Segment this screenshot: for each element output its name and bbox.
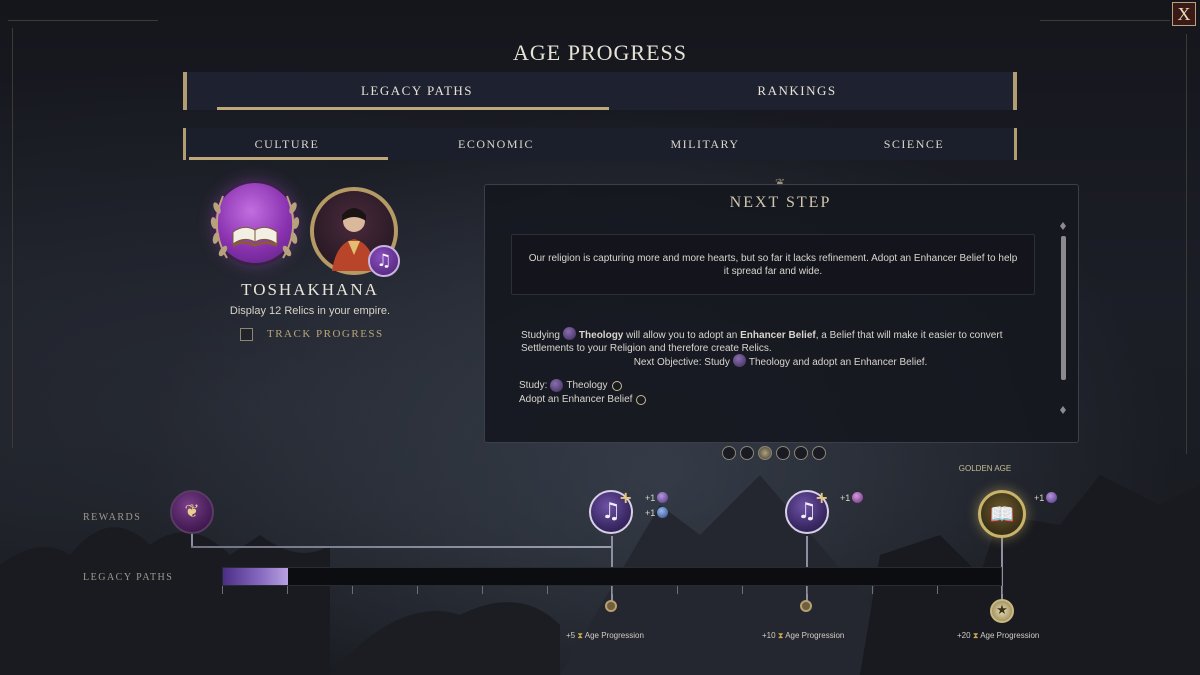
wonder-description: Display 12 Relics in your empire. [229,305,391,317]
frame-top-right [1040,20,1170,21]
legacy-progress-track [222,567,1002,586]
relic-badge-icon [1046,492,1058,503]
tab-legacy-paths[interactable]: LEGACY PATHS [217,72,617,110]
theology-icon [732,354,746,367]
step-pager [722,446,826,462]
golden-age-label: GOLDEN AGE [958,464,1012,473]
frame-right-edge [1186,34,1187,454]
category-tab-bar: CULTURE ECONOMIC MILITARY SCIENCE [183,128,1017,160]
progress-tick [417,586,418,594]
culture-badge-icon [657,507,669,518]
flavor-quote: Our religion is capturing more and more … [511,234,1035,295]
wonder-name: TOSHAKHANA [241,280,379,299]
relic-badge-icon [657,492,669,503]
legacy-progress-fill [223,568,288,585]
hourglass-icon: ⧗ [972,631,979,640]
desc-mid: will allow you to adopt an [626,330,738,341]
open-book-icon [232,226,278,247]
desc-theology-link[interactable]: Theology [579,330,623,341]
next-step-description: Studying Theology will allow you to adopt… [521,327,1041,355]
progress-tick [937,586,938,594]
milestone-label: +20 ⧗ Age Progression [957,631,1040,640]
progress-tick [677,586,678,594]
reward-plus-icon: + [815,488,829,507]
next-objective-suffix: Theology and adopt an Enhancer Belief. [748,357,928,368]
flavor-quote-text: Our religion is capturing more and more … [528,252,1018,277]
hourglass-icon: ⧗ [577,631,583,640]
pager-dot[interactable] [722,446,736,460]
active-tab-indicator [217,107,609,110]
progress-tick [1002,586,1003,594]
objective-status-ring [636,394,647,405]
progress-tick [872,586,873,594]
theology-icon [562,327,576,340]
golden-age-book-icon[interactable]: 📖 [978,490,1026,538]
next-step-title: NEXT STEP [729,194,832,211]
pager-dot[interactable] [812,446,826,460]
objective-prefix: Study: [519,380,548,391]
objective-item: Study: Theology [519,379,622,392]
track-progress-checkbox[interactable] [240,327,253,341]
laurel-wreath-icon [210,195,300,259]
tab-science[interactable]: SCIENCE [813,128,1015,160]
reward-count: +1 [840,492,864,503]
building-badge-icon [852,492,864,503]
progress-tick [547,586,548,594]
pager-dot-active[interactable] [758,446,772,460]
track-progress-label: TRACK PROGRESS [267,328,384,340]
progress-tick [742,586,743,594]
progress-tick [482,586,483,594]
rewards-row-label: REWARDS [83,512,142,523]
reward-count: +1 [645,507,669,518]
reward-count: +1 [1034,492,1058,503]
milestone-node[interactable] [605,600,617,612]
objective-item: Adopt an Enhancer Belief [519,394,647,405]
milestone-label: +10 ⧗ Age Progression [762,631,845,640]
theology-icon [550,379,564,392]
milestone-node[interactable] [800,600,812,612]
objective-label: Theology [566,380,608,391]
progress-tick [222,586,223,594]
close-button[interactable]: X [1172,2,1196,26]
progress-tick [807,586,808,594]
reward-connector-horizontal [191,546,612,548]
next-objective-prefix: Next Objective: Study [633,357,730,368]
reward-plus-icon: + [619,488,633,507]
active-subtab-indicator [189,157,388,160]
objective-label: Adopt an Enhancer Belief [519,394,633,405]
music-note-icon: ♫ [368,245,400,277]
desc-pre: Studying [521,330,560,341]
tab-culture[interactable]: CULTURE [186,128,388,160]
milestone-label: +5 ⧗ Age Progression [566,631,644,640]
harvest-reward-icon[interactable]: ❦ [170,490,214,534]
hourglass-icon: ⧗ [777,631,784,640]
objective-status-ring [611,380,622,391]
next-objective: Next Objective: Study Theology and adopt … [484,354,1077,368]
reward-count: +1 [645,492,669,503]
main-tab-bar: LEGACY PATHS RANKINGS [183,72,1017,110]
legacy-paths-row-label: LEGACY PATHS [83,572,174,583]
progress-tick [352,586,353,594]
pager-dot[interactable] [740,446,754,460]
frame-top-left [8,20,158,21]
tab-economic[interactable]: ECONOMIC [395,128,597,160]
tab-military[interactable]: MILITARY [604,128,806,160]
track-progress-toggle[interactable]: TRACK PROGRESS [240,326,384,342]
pager-dot[interactable] [794,446,808,460]
golden-age-star-icon[interactable]: ★ [990,599,1014,623]
tab-rankings[interactable]: RANKINGS [597,72,997,110]
desc-enhancer-link[interactable]: Enhancer Belief [740,330,816,341]
progress-tick [612,586,613,594]
pager-dot[interactable] [776,446,790,460]
frame-left-edge [12,28,13,448]
progress-tick [287,586,288,594]
page-title: AGE PROGRESS [513,40,687,65]
scrollbar-thumb[interactable] [1061,236,1066,380]
